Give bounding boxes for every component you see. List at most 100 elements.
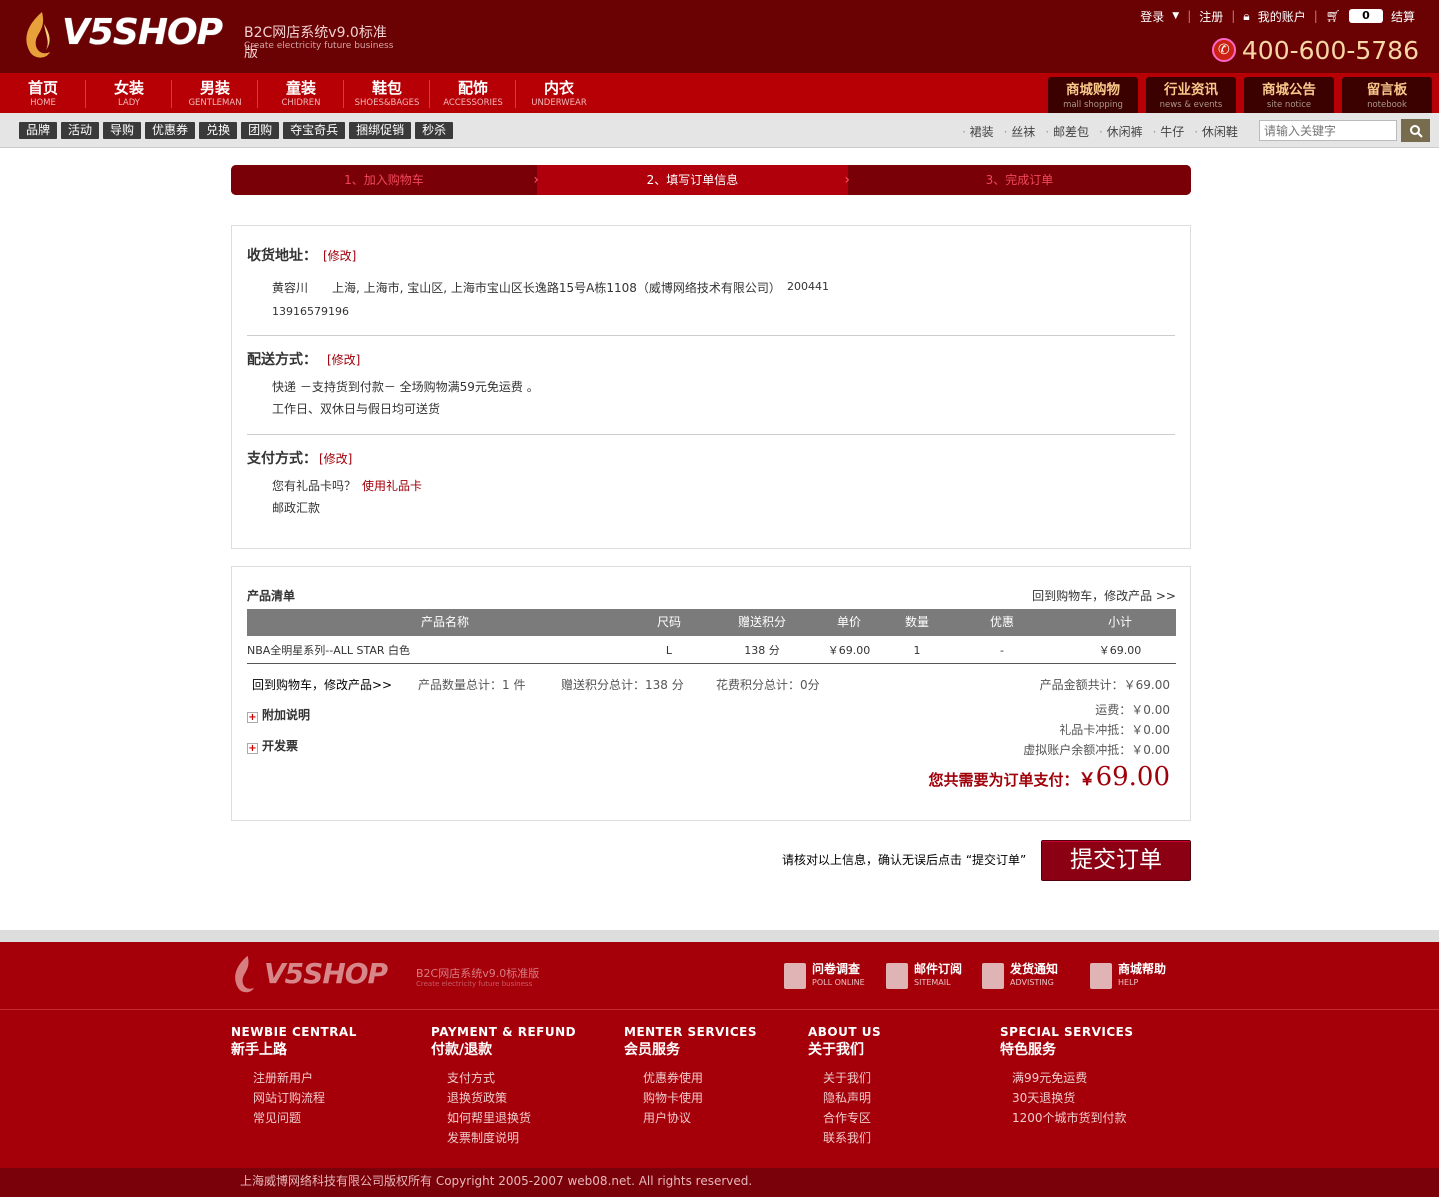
edit-shipping-link[interactable]: [修改] [327,353,360,367]
document-icon [784,962,806,989]
my-account-link[interactable]: 我的账户 [1258,8,1306,25]
service-mail[interactable]: 邮件订阅 SITEMAIL [886,962,962,989]
table-row: NBA全明星系列--ALL STAR 白色 L 138 分 ￥69.00 1 -… [247,637,1176,664]
nav-item-shoesbages[interactable]: 鞋包 SHOES&BAGES [344,73,430,113]
footer-link[interactable]: 隐私声明 [823,1088,881,1108]
quick-tag[interactable]: 秒杀 [415,122,454,139]
footer-link[interactable]: 常见问题 [253,1108,357,1128]
quick-tag[interactable]: 夺宝奇兵 [283,122,346,139]
quick-tag[interactable]: 兑换 [199,122,238,139]
divider [0,1009,1439,1010]
register-link[interactable]: 注册 [1199,8,1223,25]
footer-link[interactable]: 关于我们 [823,1068,881,1088]
quick-tag[interactable]: 团购 [241,122,280,139]
summary-back-link[interactable]: 回到购物车，修改产品>> [252,676,392,693]
col-header: 小计 [1107,615,1132,629]
footer-link[interactable]: 支付方式 [447,1068,576,1088]
nav-item-underwear[interactable]: 内衣 UNDERWEAR [516,73,602,113]
nav-tab-notebook[interactable]: 留言板 notebook [1342,77,1432,113]
service-poll[interactable]: 问卷调查 POLL ONLINE [784,962,865,989]
extra-note-toggle[interactable]: + 附加说明 [247,706,310,723]
nav-item-accessories[interactable]: 配饰 ACCESSORIES [430,73,516,113]
col-header: 赠送积分 [737,615,786,629]
footer-link[interactable]: 如何帮里退换货 [447,1108,576,1128]
divider [247,335,1175,336]
col-header: 单价 [836,615,861,629]
nav-item-chidren[interactable]: 童装 CHIDREN [258,73,344,113]
divider: | [1187,9,1192,23]
cart-icon[interactable]: 🛒︎ [1326,9,1341,23]
service-help[interactable]: 商城帮助 HELP [1090,962,1166,989]
search-input[interactable] [1259,120,1397,141]
product-name[interactable]: NBA全明星系列--ALL STAR 白色 [247,637,410,664]
payment-method: 邮政汇款 [272,501,321,515]
footer-col-about: ABOUT US 关于我们 关于我们 隐私声明 合作专区 联系我们 [808,1024,881,1148]
use-giftcard-link[interactable]: 使用礼品卡 [362,477,422,494]
footer-link[interactable]: 30天退换货 [1012,1088,1134,1108]
nav-tab-mallshopping[interactable]: 商城购物 mall shopping [1048,77,1138,113]
order-info-box: 收货地址： [修改] 黄容川 上海, 上海市, 宝山区, 上海市宝山区长逸路15号… [231,225,1191,549]
nav-tab-newsevents[interactable]: 行业资讯 news & events [1146,77,1236,113]
nav-item-lady[interactable]: 女装 LADY [86,73,172,113]
col-header: 数量 [904,615,929,629]
hotline: ✆ 400-600-5786 [1211,34,1419,66]
divider [247,434,1175,435]
submit-order-button[interactable]: 提交订单 [1041,840,1191,881]
invoice-toggle[interactable]: + 开发票 [247,737,298,754]
quick-tag[interactable]: 活动 [61,122,100,139]
edit-payment-link[interactable]: [修改] [319,452,352,466]
nav-tab-sitenotice[interactable]: 商城公告 site notice [1244,77,1334,113]
hot-keyword-link[interactable]: 休闲鞋 [1194,123,1238,140]
footer-link[interactable]: 1200个城市货到付款 [1012,1108,1134,1128]
edit-address-link[interactable]: [修改] [323,249,356,263]
nav-item-home[interactable]: 首页 HOME [0,73,86,113]
footer-link[interactable]: 注册新用户 [253,1068,357,1088]
freight-fee: 运费：￥0.00 [1095,703,1170,717]
footer-link[interactable]: 满99元免运费 [1012,1068,1134,1088]
site-header: V5SHOP B2C网店系统v9.0标准版 Create electricity… [0,0,1439,73]
footer-link[interactable]: 发票制度说明 [447,1128,576,1148]
footer-top-strip [0,930,1439,942]
quick-tag[interactable]: 优惠券 [145,122,196,139]
footer-logo[interactable]: V5SHOP B2C网店系统v9.0标准版 Create electricity… [230,954,550,996]
footer-link[interactable]: 优惠券使用 [643,1068,757,1088]
hot-keyword-link[interactable]: 丝袜 [1004,123,1035,140]
hotline-number: 400-600-5786 [1241,35,1419,65]
recipient-zip: 200441 [787,280,829,293]
footer-link[interactable]: 用户协议 [643,1108,757,1128]
hot-keyword-link[interactable]: 邮差包 [1045,123,1089,140]
login-link[interactable]: 登录 [1140,8,1164,25]
nav-item-gentleman[interactable]: 男装 GENTLEMAN [172,73,258,113]
hot-keyword-link[interactable]: 裙装 [962,123,994,140]
pay-total-amount: 69.00 [1095,762,1170,792]
hot-keyword-link[interactable]: 牛仔 [1153,123,1184,140]
quick-tag[interactable]: 品牌 [19,122,58,139]
cart-count-badge[interactable]: 0 [1348,9,1383,23]
pay-currency: ￥ [1078,770,1096,790]
search-button[interactable] [1401,119,1430,142]
site-footer: V5SHOP B2C网店系统v9.0标准版 Create electricity… [0,942,1439,1168]
top-links: 登录 ▼ | 注册 | 🔒︎ 我的账户 | 🛒︎ 0 结算 [1140,7,1415,25]
main-nav: 首页 HOME 女装 LADY 男装 GENTLEMAN 童装 CHIDREN 鞋包 SHOES&… [0,73,1439,113]
back-to-cart-link[interactable]: 回到购物车，修改产品 >> [1032,587,1176,604]
footer-link[interactable]: 网站订购流程 [253,1088,357,1108]
footer-link[interactable]: 退换货政策 [447,1088,576,1108]
cart-icon [982,962,1004,989]
hot-keyword-link[interactable]: 休闲裤 [1099,123,1143,140]
site-logo[interactable]: V5SHOP B2C网店系统v9.0标准版 Create electricity… [20,10,400,65]
footer-col-member: MENTER SERVICES 会员服务 优惠券使用 购物卡使用 用户协议 [624,1024,757,1128]
footer-link[interactable]: 购物卡使用 [643,1088,757,1108]
footer-link[interactable]: 合作专区 [823,1108,881,1128]
chevron-down-icon[interactable]: ▼ [1172,11,1179,21]
quick-tag[interactable]: 捆绑促销 [349,122,412,139]
search-icon [1409,124,1423,138]
col-header: 优惠 [989,615,1014,629]
footer-link[interactable]: 联系我们 [823,1128,881,1148]
quick-tag[interactable]: 导购 [103,122,142,139]
divider: | [1231,9,1236,23]
phone-icon: ✆ [1211,38,1236,62]
service-delivery[interactable]: 发货通知 ADVISTING [982,962,1058,989]
checkout-link[interactable]: 结算 [1391,8,1415,25]
address-section-title: 收货地址： [修改] [247,248,357,264]
table-header: 产品名称 尺码 赠送积分 单价 数量 优惠 小计 [247,609,1176,636]
